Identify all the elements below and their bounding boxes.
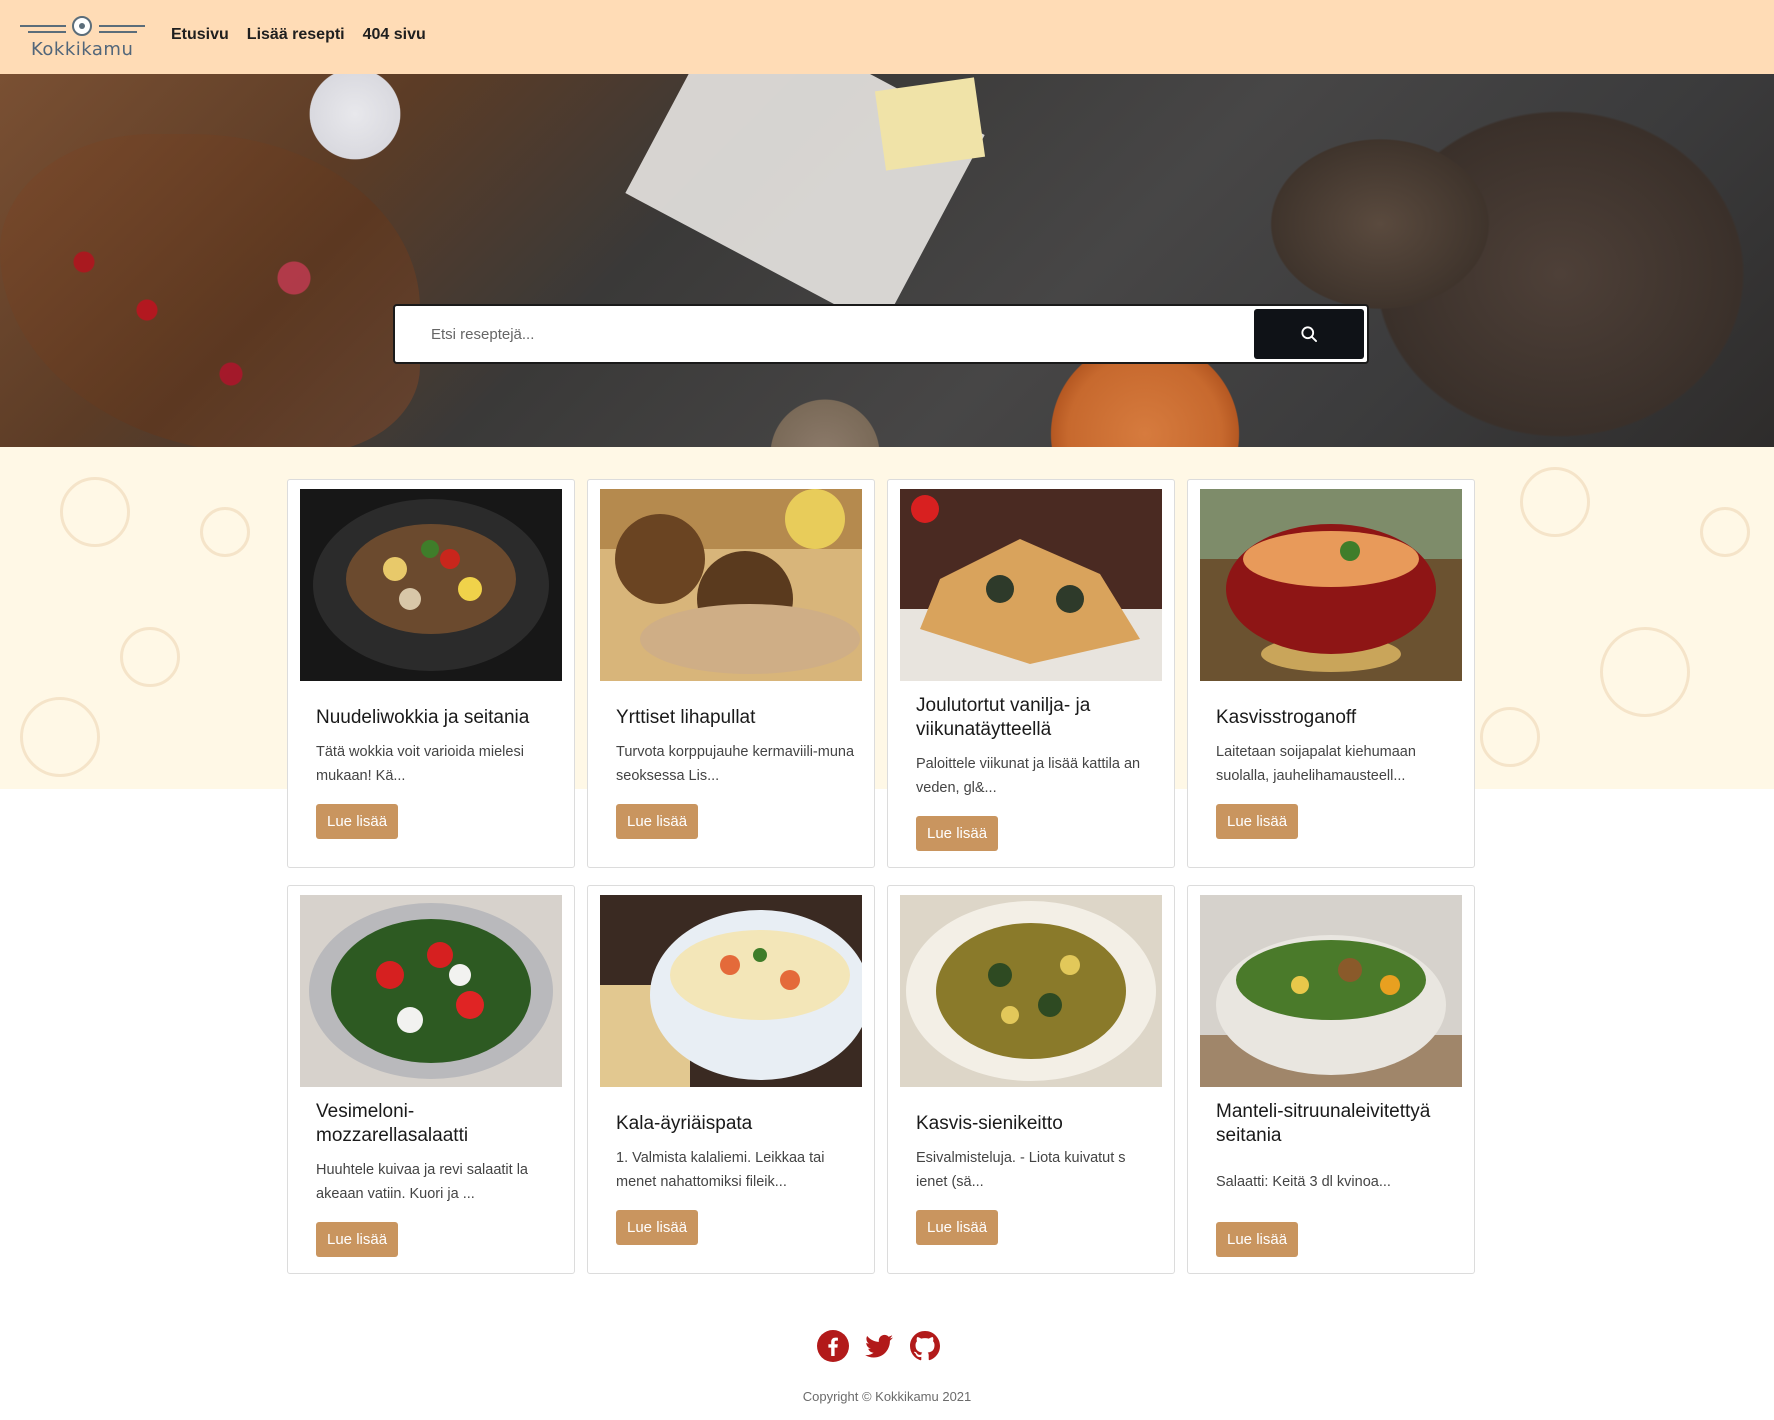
recipe-title[interactable]: Manteli-sitruunaleivitettyä seitania — [1216, 1100, 1456, 1148]
recipe-grid: Nuudeliwokkia ja seitania Tätä wokkia vo… — [287, 479, 1477, 1274]
read-more-button[interactable]: Lue lisää — [916, 816, 999, 851]
recipe-excerpt: Esivalmisteluja. - Liota kuivatut s iene… — [916, 1150, 1126, 1190]
recipe-title[interactable]: Vesimeloni-mozzarellasalaatti — [316, 1100, 556, 1148]
recipe-card: Nuudeliwokkia ja seitania Tätä wokkia vo… — [287, 479, 575, 868]
nav-link-lisaa-resepti[interactable]: Lisää resepti — [247, 26, 345, 44]
recipe-image[interactable] — [900, 489, 1162, 681]
recipe-title[interactable]: Kala-äyriäispata — [616, 1112, 856, 1136]
recipe-card: Yrttiset lihapullat Turvota korppujauhe … — [587, 479, 875, 868]
recipe-image[interactable] — [1200, 489, 1462, 681]
facebook-icon[interactable] — [817, 1330, 849, 1362]
recipe-image[interactable] — [300, 895, 562, 1087]
read-more-button[interactable]: Lue lisää — [916, 1210, 999, 1245]
recipe-image[interactable] — [900, 895, 1162, 1087]
read-more-button[interactable]: Lue lisää — [1216, 804, 1299, 839]
recipe-image[interactable] — [300, 489, 562, 681]
read-more-button[interactable]: Lue lisää — [616, 804, 699, 839]
recipe-title[interactable]: Yrttiset lihapullat — [616, 706, 856, 730]
read-more-button[interactable]: Lue lisää — [616, 1210, 699, 1245]
recipe-excerpt: Huuhtele kuivaa ja revi salaatit la akea… — [316, 1162, 528, 1202]
read-more-button[interactable]: Lue lisää — [1216, 1222, 1299, 1257]
read-more-button[interactable]: Lue lisää — [316, 804, 399, 839]
recipe-card: Vesimeloni-mozzarellasalaatti Huuhtele k… — [287, 885, 575, 1274]
recipe-excerpt: Paloittele viikunat ja lisää kattila an … — [916, 756, 1141, 796]
search-button[interactable] — [1254, 309, 1364, 359]
search-input[interactable] — [415, 314, 1215, 354]
recipe-card: Manteli-sitruunaleivitettyä seitania Sal… — [1187, 885, 1475, 1274]
recipe-title[interactable]: Kasvis-sienikeitto — [916, 1112, 1156, 1136]
recipe-title[interactable]: Joulutortut vanilja- ja viikunatäytteell… — [916, 694, 1156, 742]
recipe-card: Kasvisstroganoff Laitetaan soijapalat ki… — [1187, 479, 1475, 868]
recipe-excerpt: Tätä wokkia voit varioida mielesi mukaan… — [316, 744, 524, 784]
recipe-excerpt: Turvota korppujauhe kermaviili-muna seok… — [616, 744, 855, 784]
top-navbar: Kokkikamu Etusivu Lisää resepti 404 sivu — [0, 0, 1774, 74]
search-icon — [1301, 326, 1317, 342]
recipe-excerpt: Salaatti: Keitä 3 dl kvinoa... — [1216, 1174, 1391, 1190]
copyright-text: Copyright © Kokkikamu 2021 — [802, 1389, 972, 1404]
search-bar — [393, 304, 1369, 364]
logo-text: Kokkikamu — [31, 39, 134, 60]
recipe-image[interactable] — [600, 895, 862, 1087]
recipe-image[interactable] — [600, 489, 862, 681]
main-nav: Etusivu Lisää resepti 404 sivu — [171, 26, 426, 44]
recipe-excerpt: 1. Valmista kalaliemi. Leikkaa tai menet… — [616, 1150, 825, 1190]
recipe-title[interactable]: Kasvisstroganoff — [1216, 706, 1456, 730]
github-icon[interactable] — [909, 1330, 941, 1362]
hero-food-image — [0, 134, 420, 447]
hero-banner — [0, 74, 1774, 447]
logo[interactable]: Kokkikamu — [20, 12, 145, 62]
recipe-card: Joulutortut vanilja- ja viikunatäytteell… — [887, 479, 1175, 868]
nav-link-404[interactable]: 404 sivu — [363, 26, 426, 44]
recipe-card: Kasvis-sienikeitto Esivalmisteluja. - Li… — [887, 885, 1175, 1274]
recipe-excerpt: Laitetaan soijapalat kiehumaan suolalla,… — [1216, 744, 1416, 784]
read-more-button[interactable]: Lue lisää — [316, 1222, 399, 1257]
film-reel-icon — [72, 16, 92, 36]
nav-link-etusivu[interactable]: Etusivu — [171, 26, 229, 44]
recipe-title[interactable]: Nuudeliwokkia ja seitania — [316, 706, 556, 730]
recipe-card: Kala-äyriäispata 1. Valmista kalaliemi. … — [587, 885, 875, 1274]
recipe-image[interactable] — [1200, 895, 1462, 1087]
twitter-icon[interactable] — [863, 1330, 895, 1362]
social-links — [817, 1330, 941, 1362]
